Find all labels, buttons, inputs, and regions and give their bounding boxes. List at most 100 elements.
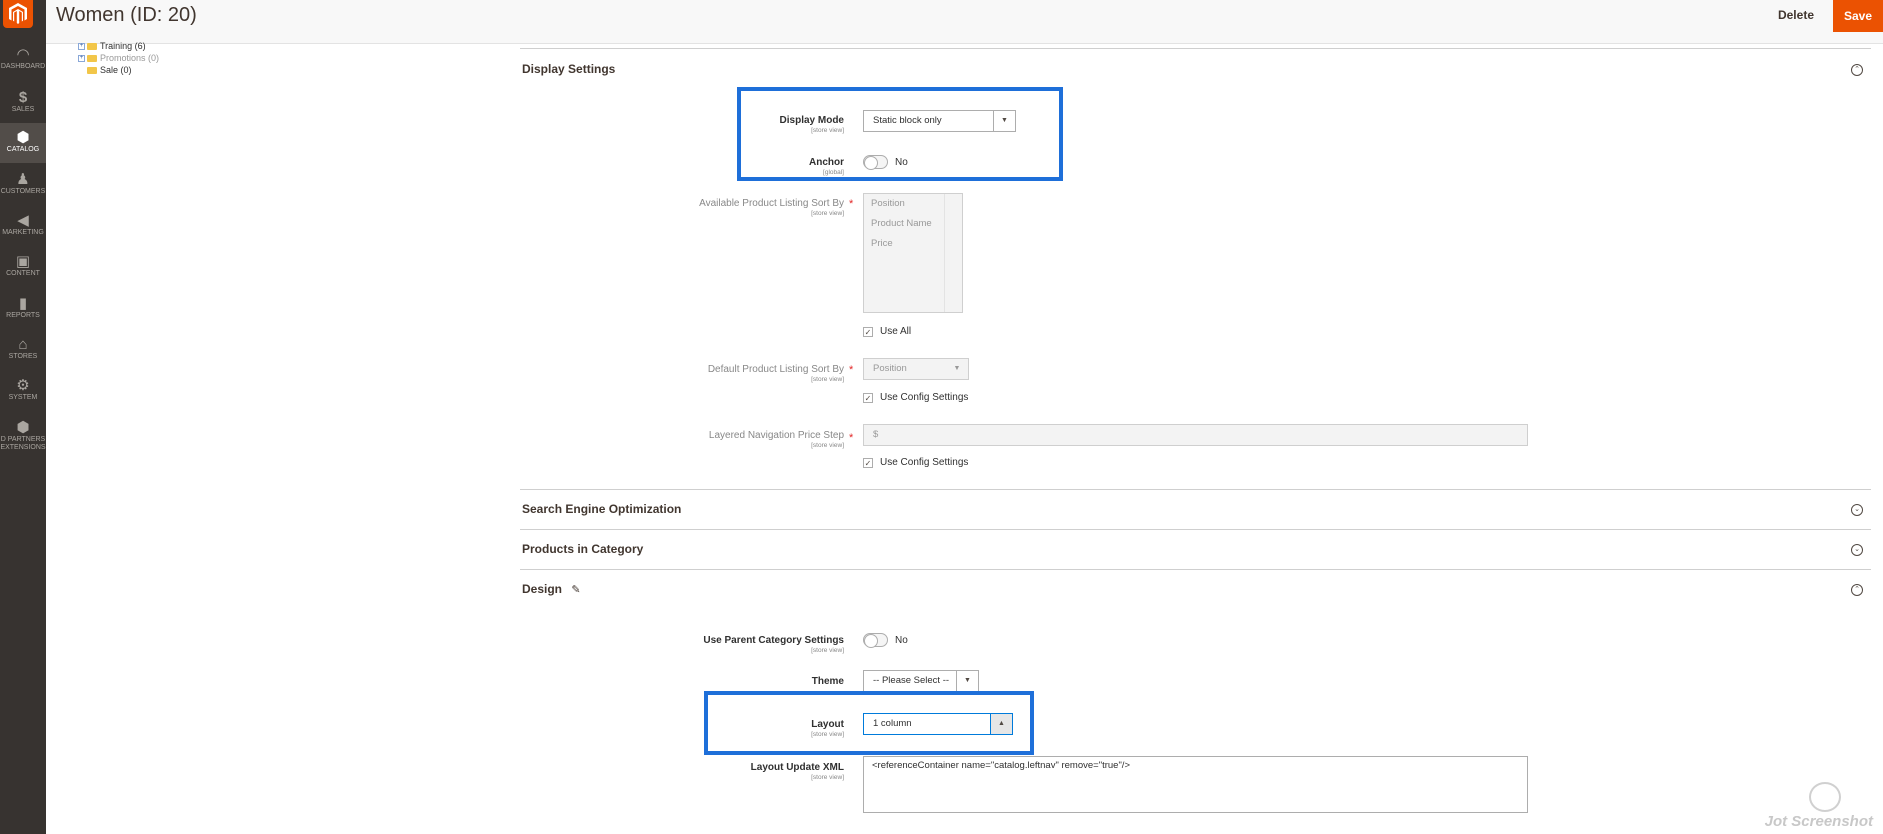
sort-option[interactable]: Price <box>871 237 955 257</box>
layout-value: 1 column <box>873 718 912 729</box>
use-parent-label: Use Parent Category Settings <box>703 635 844 646</box>
delete-button[interactable]: Delete <box>1778 8 1814 22</box>
nav-dashboard[interactable]: ◠ DASHBOARD <box>0 40 46 80</box>
page-header: Women (ID: 20) Delete Save <box>46 0 1883 44</box>
layout-scope: [store view] <box>811 731 844 738</box>
nav-label: CONTENT <box>6 270 40 277</box>
layout-xml-textarea[interactable]: <referenceContainer name="catalog.leftna… <box>863 756 1528 813</box>
price-step-scope: [store view] <box>811 442 844 449</box>
sort-option[interactable]: Product Name <box>871 217 955 237</box>
default-sort-label: Default Product Listing Sort By <box>707 364 844 375</box>
sort-option[interactable]: Position <box>871 197 955 217</box>
nav-partners[interactable]: ⬢ D PARTNERS EXTENSIONS <box>0 413 46 459</box>
store-icon: ⌂ <box>18 336 28 353</box>
chevron-up-icon: ▲ <box>990 714 1012 734</box>
expand-icon[interactable]: + <box>78 54 85 62</box>
dollar-icon: $ <box>18 89 28 106</box>
watermark: Jot Screenshot <box>1764 813 1873 830</box>
megaphone-icon: ◀ <box>17 212 29 229</box>
available-sort-scope: [store view] <box>811 210 844 217</box>
nav-stores[interactable]: ⌂ STORES <box>0 330 46 370</box>
nav-label: DASHBOARD <box>0 63 46 70</box>
layout-label: Layout <box>811 719 844 730</box>
use-all-label: Use All <box>880 326 912 337</box>
nav-label: EXTENSIONS <box>0 444 46 451</box>
page-title: Women (ID: 20) <box>56 4 197 26</box>
currency-prefix: $ <box>873 429 879 440</box>
nav-label: SALES <box>11 106 35 113</box>
section-title-design[interactable]: Design ✎ <box>522 582 581 596</box>
tree-item[interactable]: + Training (6) <box>78 40 159 52</box>
folder-icon <box>87 42 97 50</box>
price-step-config-row[interactable]: ✓ Use Config Settings <box>863 457 968 468</box>
use-config-checkbox[interactable]: ✓ <box>863 457 873 468</box>
section-divider <box>520 529 1871 530</box>
default-sort-config-row[interactable]: ✓ Use Config Settings <box>863 392 968 403</box>
theme-label: Theme <box>811 676 844 687</box>
tree-item[interactable]: Sale (0) <box>78 64 159 76</box>
nav-label: D PARTNERS <box>0 436 46 443</box>
section-divider <box>520 48 1871 49</box>
collapse-icon[interactable]: ⌃ <box>1851 64 1863 76</box>
use-all-checkbox[interactable]: ✓ <box>863 326 873 337</box>
section-title-display-settings[interactable]: Display Settings <box>522 62 615 76</box>
dashboard-icon: ◠ <box>16 46 30 63</box>
theme-select[interactable]: -- Please Select -- ▼ <box>863 670 979 692</box>
folder-icon <box>87 66 97 74</box>
use-config-label: Use Config Settings <box>880 392 969 403</box>
collapse-icon[interactable]: ⌃ <box>1851 584 1863 596</box>
watermark-eye-icon <box>1809 782 1841 812</box>
layout-select[interactable]: 1 column ▲ <box>863 713 1013 735</box>
default-sort-scope: [store view] <box>811 376 844 383</box>
layout-xml-label: Layout Update XML <box>750 762 844 773</box>
theme-value: -- Please Select -- <box>873 675 950 686</box>
tree-item-label[interactable]: Training (6) <box>100 40 146 52</box>
required-marker: * <box>849 432 854 444</box>
use-parent-toggle[interactable] <box>863 633 888 648</box>
person-icon: ♟ <box>16 171 30 188</box>
expand-icon[interactable]: ⌄ <box>1851 504 1863 516</box>
default-sort-select[interactable]: Position ▼ <box>863 358 969 380</box>
save-button[interactable]: Save <box>1833 0 1883 32</box>
tree-item-label[interactable]: Sale (0) <box>100 64 132 76</box>
available-sort-multiselect[interactable]: Position Product Name Price <box>863 193 963 313</box>
nav-marketing[interactable]: ◀ MARKETING <box>0 206 46 246</box>
use-config-checkbox[interactable]: ✓ <box>863 392 873 403</box>
nav-catalog[interactable]: ⬢ CATALOG <box>0 123 46 163</box>
nav-label: CUSTOMERS <box>0 188 46 195</box>
magento-logo[interactable] <box>3 0 33 28</box>
use-parent-scope: [store view] <box>811 647 844 654</box>
section-title-products[interactable]: Products in Category <box>522 542 643 556</box>
highlight-box <box>737 87 1063 181</box>
price-step-input[interactable]: $ <box>863 424 1528 446</box>
use-parent-toggle-text: No <box>895 635 908 646</box>
layout-xml-scope: [store view] <box>811 774 844 781</box>
expand-icon[interactable]: ⌄ <box>1851 544 1863 556</box>
nav-label: MARKETING <box>2 229 44 236</box>
nav-label: REPORTS <box>6 312 40 319</box>
price-step-label: Layered Navigation Price Step <box>708 430 844 441</box>
chevron-down-icon: ▼ <box>953 365 961 372</box>
admin-sidebar: ◠ DASHBOARD $ SALES ⬢ CATALOG ♟ CUSTOMER… <box>0 0 46 834</box>
chevron-down-icon: ▼ <box>956 671 978 691</box>
nav-reports[interactable]: ▮ REPORTS <box>0 289 46 329</box>
nav-label: CATALOG <box>6 146 40 153</box>
expand-icon[interactable]: + <box>78 42 85 50</box>
nav-content[interactable]: ▣ CONTENT <box>0 247 46 287</box>
nav-sales[interactable]: $ SALES <box>0 83 46 123</box>
required-marker: * <box>849 364 854 376</box>
pencil-icon[interactable]: ✎ <box>571 584 580 596</box>
section-title-seo[interactable]: Search Engine Optimization <box>522 502 681 516</box>
use-all-checkbox-row[interactable]: ✓ Use All <box>863 326 911 337</box>
category-tree: + Training (6) + Promotions (0) Sale (0) <box>78 40 159 76</box>
nav-customers[interactable]: ♟ CUSTOMERS <box>0 165 46 205</box>
section-divider <box>520 489 1871 490</box>
nav-label: SYSTEM <box>8 394 38 401</box>
scrollbar[interactable] <box>944 194 962 312</box>
tree-item-label[interactable]: Promotions (0) <box>100 52 159 64</box>
tree-item[interactable]: + Promotions (0) <box>78 52 159 64</box>
design-title-text: Design <box>522 582 563 596</box>
bar-chart-icon: ▮ <box>18 295 28 312</box>
nav-system[interactable]: ⚙ SYSTEM <box>0 371 46 411</box>
category-form: Display Settings ⌃ Display Mode [store v… <box>520 48 1871 834</box>
